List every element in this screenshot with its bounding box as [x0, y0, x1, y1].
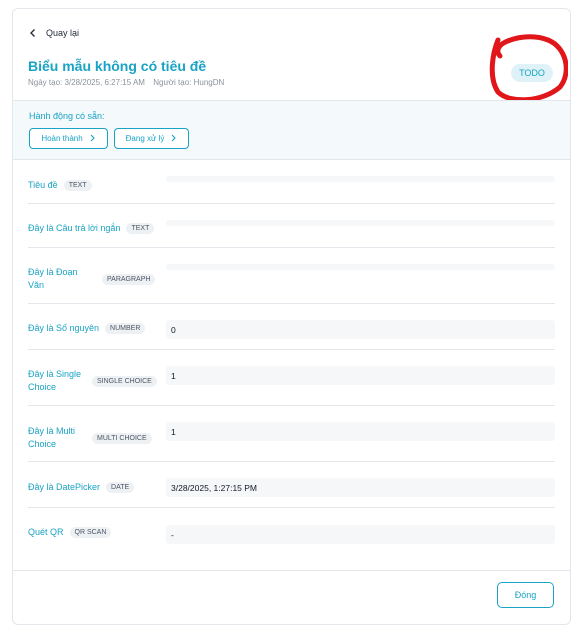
field-label: Đây là Single Choice [28, 369, 82, 392]
field-label: Tiêu đề [28, 180, 58, 190]
field-type-badge: PARAGRAPH [102, 273, 156, 285]
field-row: Đây là Single Choice SINGLE CHOICE 1 [28, 360, 555, 406]
field-type-badge: SINGLE CHOICE [92, 375, 157, 387]
form-meta: Ngày tạo: 3/28/2025, 6:27:15 AM Người tạ… [28, 78, 224, 87]
field-row: Đây là DatePicker DATE 3/28/2025, 1:27:1… [28, 472, 555, 508]
complete-action-button[interactable]: Hoàn thành [29, 128, 108, 149]
red-circle-annotation [489, 34, 568, 103]
field-label: Đây là Đoạn Văn [28, 267, 78, 290]
available-actions-panel: Hành động có sẵn: Hoàn thành Đang xử lý [13, 100, 570, 160]
field-value: 0 [166, 320, 555, 339]
field-type-badge: TEXT [126, 223, 155, 234]
close-button[interactable]: Đóng [497, 582, 554, 608]
back-label: Quay lại [46, 28, 80, 38]
footer-divider [13, 570, 570, 571]
processing-action-label: Đang xử lý [125, 134, 165, 143]
creator: Người tạo: HungDN [153, 78, 225, 87]
field-row: Tiêu đề TEXT [28, 170, 555, 204]
field-label: Đây là Multi Choice [28, 426, 76, 449]
chevron-right-icon [170, 134, 177, 144]
field-label: Đây là DatePicker [28, 482, 101, 492]
processing-action-button[interactable]: Đang xử lý [114, 128, 189, 149]
field-value [166, 176, 555, 182]
field-value: - [166, 525, 555, 544]
field-row: Đây là Số nguyên NUMBER 0 [28, 314, 555, 350]
field-type-badge: QR SCAN [69, 527, 112, 538]
field-value [166, 264, 555, 270]
back-button[interactable]: Quay lại [28, 28, 79, 38]
field-value: 3/28/2025, 1:27:15 PM [166, 478, 555, 497]
complete-action-label: Hoàn thành [41, 134, 83, 143]
field-value: 1 [166, 366, 555, 385]
field-type-badge: NUMBER [105, 323, 146, 334]
field-type-badge: TEXT [63, 180, 92, 191]
field-type-badge: DATE [106, 482, 135, 493]
page-title: Biểu mẫu không có tiêu đề [28, 58, 207, 74]
field-type-badge: MULTI CHOICE [92, 432, 152, 444]
field-row: Đây là Multi Choice MULTI CHOICE 1 [28, 416, 555, 462]
chevron-right-icon [89, 134, 96, 144]
field-value [166, 220, 555, 226]
field-row: Đây là Đoạn Văn PARAGRAPH [28, 258, 555, 304]
field-label: Đây là Câu trả lời ngắn [28, 223, 121, 233]
created-date: Ngày tạo: 3/28/2025, 6:27:15 AM [28, 78, 145, 87]
field-row: Quét QR QR SCAN - [28, 518, 555, 552]
field-value: 1 [166, 422, 555, 441]
field-label: Quét QR [28, 527, 64, 537]
actions-label: Hành động có sẵn: [29, 111, 105, 121]
field-row: Đây là Câu trả lời ngắn TEXT [28, 214, 555, 248]
chevron-left-icon [28, 28, 38, 38]
field-label: Đây là Số nguyên [28, 323, 100, 333]
